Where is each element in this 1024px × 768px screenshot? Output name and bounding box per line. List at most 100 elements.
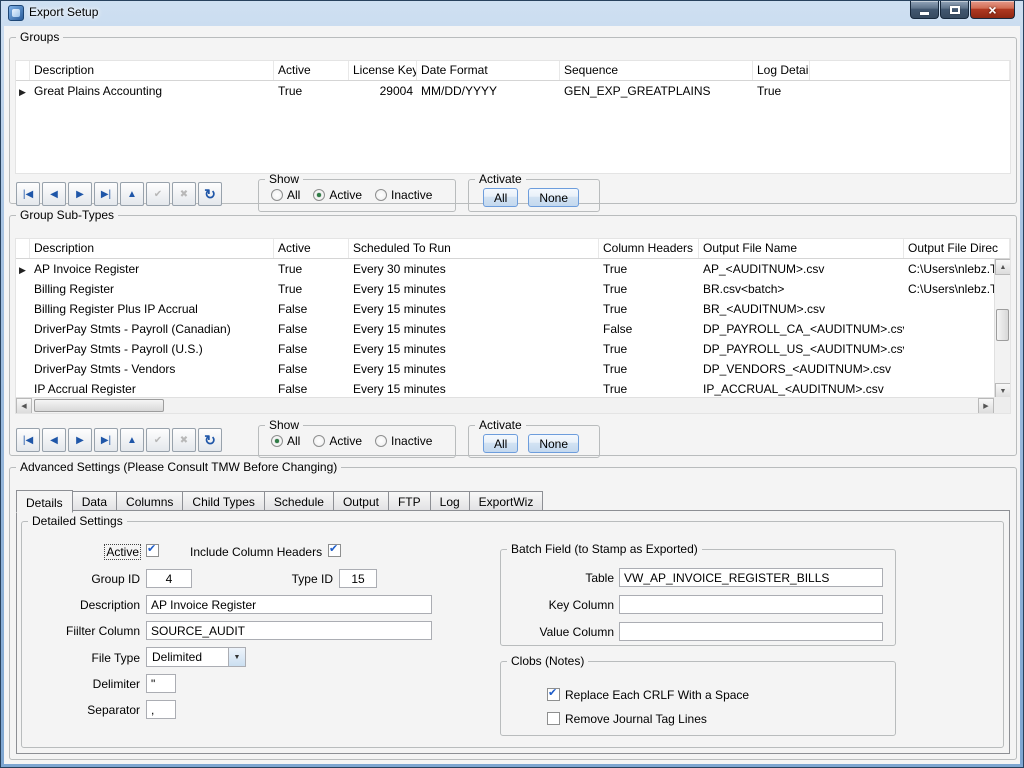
clobs-title: Clobs (Notes) <box>507 654 588 668</box>
radio-show-inactive[interactable]: Inactive <box>375 188 432 202</box>
tab-data[interactable]: Data <box>72 491 117 511</box>
nav-first-button[interactable]: |◀ <box>16 182 40 206</box>
column-header-column-headers[interactable]: Column Headers <box>599 239 699 258</box>
tab-log[interactable]: Log <box>430 491 470 511</box>
radio-show-inactive[interactable]: Inactive <box>375 434 432 448</box>
nav-commit-button[interactable]: ✔ <box>146 428 170 452</box>
vertical-scrollbar[interactable]: ▲ ▼ <box>994 259 1010 399</box>
column-header-log-details[interactable]: Log Details <box>753 61 810 80</box>
nav-last-button[interactable]: ▶| <box>94 428 118 452</box>
table-row[interactable]: Billing Register True Every 15 minutes T… <box>16 279 1010 299</box>
subtypes-activate-group: Activate All None <box>468 418 600 458</box>
nav-cancel-button[interactable]: ✖ <box>172 428 196 452</box>
table-label: Table <box>509 570 614 586</box>
radio-show-all[interactable]: All <box>271 434 300 448</box>
nav-refresh-button[interactable]: ↻ <box>198 428 222 452</box>
cell-column-headers: True <box>599 260 699 279</box>
tab-output[interactable]: Output <box>333 491 389 511</box>
cell-description: DriverPay Stmts - Payroll (Canadian) <box>30 320 274 339</box>
table-row[interactable]: DriverPay Stmts - Payroll (Canadian) Fal… <box>16 319 1010 339</box>
detailed-settings-title: Detailed Settings <box>28 514 127 528</box>
vertical-scroll-track[interactable] <box>995 275 1010 383</box>
dropdown-button[interactable]: ▼ <box>228 648 245 666</box>
column-header-date-format[interactable]: Date Format <box>417 61 560 80</box>
radio-icon <box>313 189 325 201</box>
vertical-scroll-thumb[interactable] <box>996 309 1009 341</box>
cell-scheduled: Every 15 minutes <box>349 340 599 359</box>
table-row[interactable]: ▶ Great Plains Accounting True 29004 MM/… <box>16 81 1010 101</box>
nav-next-button[interactable]: ▶ <box>68 428 92 452</box>
nav-up-button[interactable]: ▲ <box>120 182 144 206</box>
nav-up-button[interactable]: ▲ <box>120 428 144 452</box>
separator-field[interactable] <box>146 700 176 719</box>
column-header-description[interactable]: Description <box>30 239 274 258</box>
radio-show-all[interactable]: All <box>271 188 300 202</box>
description-field[interactable] <box>146 595 432 614</box>
table-row[interactable]: Billing Register Plus IP Accrual False E… <box>16 299 1010 319</box>
replace-crlf-checkbox[interactable]: ✔ <box>547 688 560 701</box>
titlebar[interactable]: Export Setup × <box>1 1 1023 25</box>
cell-description: DriverPay Stmts - Vendors <box>30 360 274 379</box>
scroll-left-button[interactable]: ◀ <box>16 398 32 414</box>
close-button[interactable]: × <box>970 1 1015 19</box>
column-header-output-file-name[interactable]: Output File Name <box>699 239 904 258</box>
remove-journal-checkbox[interactable] <box>547 712 560 725</box>
horizontal-scroll-thumb[interactable] <box>34 399 164 412</box>
include-headers-checkbox[interactable]: ✔ <box>328 544 341 557</box>
nav-commit-button[interactable]: ✔ <box>146 182 170 206</box>
nav-cancel-button[interactable]: ✖ <box>172 182 196 206</box>
nav-first-button[interactable]: |◀ <box>16 428 40 452</box>
radio-label: Inactive <box>391 188 432 202</box>
nav-prev-button[interactable]: ◀ <box>42 428 66 452</box>
active-checkbox[interactable]: ✔ <box>146 544 159 557</box>
column-header-active[interactable]: Active <box>274 61 349 80</box>
delimiter-field[interactable] <box>146 674 176 693</box>
scroll-right-button[interactable]: ▶ <box>978 398 994 414</box>
column-header-license-key[interactable]: License Key <box>349 61 417 80</box>
cell-active: False <box>274 340 349 359</box>
column-header-active[interactable]: Active <box>274 239 349 258</box>
tab-exportwiz[interactable]: ExportWiz <box>469 491 544 511</box>
nav-refresh-button[interactable]: ↻ <box>198 182 222 206</box>
filter-column-field[interactable] <box>146 621 432 640</box>
nav-next-button[interactable]: ▶ <box>68 182 92 206</box>
table-row[interactable]: ▶ AP Invoice Register True Every 30 minu… <box>16 259 1010 279</box>
cell-scheduled: Every 30 minutes <box>349 260 599 279</box>
activate-none-button[interactable]: None <box>528 188 579 207</box>
table-field[interactable] <box>619 568 883 587</box>
nav-last-button[interactable]: ▶| <box>94 182 118 206</box>
table-row[interactable]: DriverPay Stmts - Payroll (U.S.) False E… <box>16 339 1010 359</box>
tab-details[interactable]: Details <box>16 490 73 513</box>
tab-ftp[interactable]: FTP <box>388 491 431 511</box>
radio-show-active[interactable]: Active <box>313 188 362 202</box>
cell-scheduled: Every 15 minutes <box>349 300 599 319</box>
horizontal-scrollbar[interactable]: ◀ ▶ <box>16 397 994 413</box>
key-column-field[interactable] <box>619 595 883 614</box>
tab-child-types[interactable]: Child Types <box>182 491 264 511</box>
horizontal-scroll-track[interactable] <box>32 398 978 413</box>
column-header-scheduled[interactable]: Scheduled To Run <box>349 239 599 258</box>
activate-all-button[interactable]: All <box>483 188 518 207</box>
scroll-up-button[interactable]: ▲ <box>995 259 1011 275</box>
column-header-output-file-dir[interactable]: Output File Direc <box>904 239 1010 258</box>
details-tab-panel: Detailed Settings Active ✔ Include Colum… <box>16 510 1010 754</box>
tab-columns[interactable]: Columns <box>116 491 183 511</box>
activate-all-button[interactable]: All <box>483 434 518 453</box>
cell-license-key: 29004 <box>349 82 417 101</box>
maximize-button[interactable] <box>940 1 969 19</box>
radio-show-active[interactable]: Active <box>313 434 362 448</box>
table-row[interactable]: IP Accrual Register False Every 15 minut… <box>16 379 1010 399</box>
activate-none-button[interactable]: None <box>528 434 579 453</box>
value-column-field[interactable] <box>619 622 883 641</box>
type-id-field[interactable] <box>339 569 377 588</box>
column-header-description[interactable]: Description <box>30 61 274 80</box>
nav-prev-button[interactable]: ◀ <box>42 182 66 206</box>
file-type-select[interactable]: Delimited ▼ <box>146 647 246 667</box>
column-header-sequence[interactable]: Sequence <box>560 61 753 80</box>
key-column-label: Key Column <box>509 597 614 613</box>
tab-schedule[interactable]: Schedule <box>264 491 334 511</box>
group-id-field[interactable] <box>146 569 192 588</box>
table-row[interactable]: DriverPay Stmts - Vendors False Every 15… <box>16 359 1010 379</box>
minimize-button[interactable] <box>910 1 939 19</box>
activate-label: Activate <box>475 418 526 432</box>
